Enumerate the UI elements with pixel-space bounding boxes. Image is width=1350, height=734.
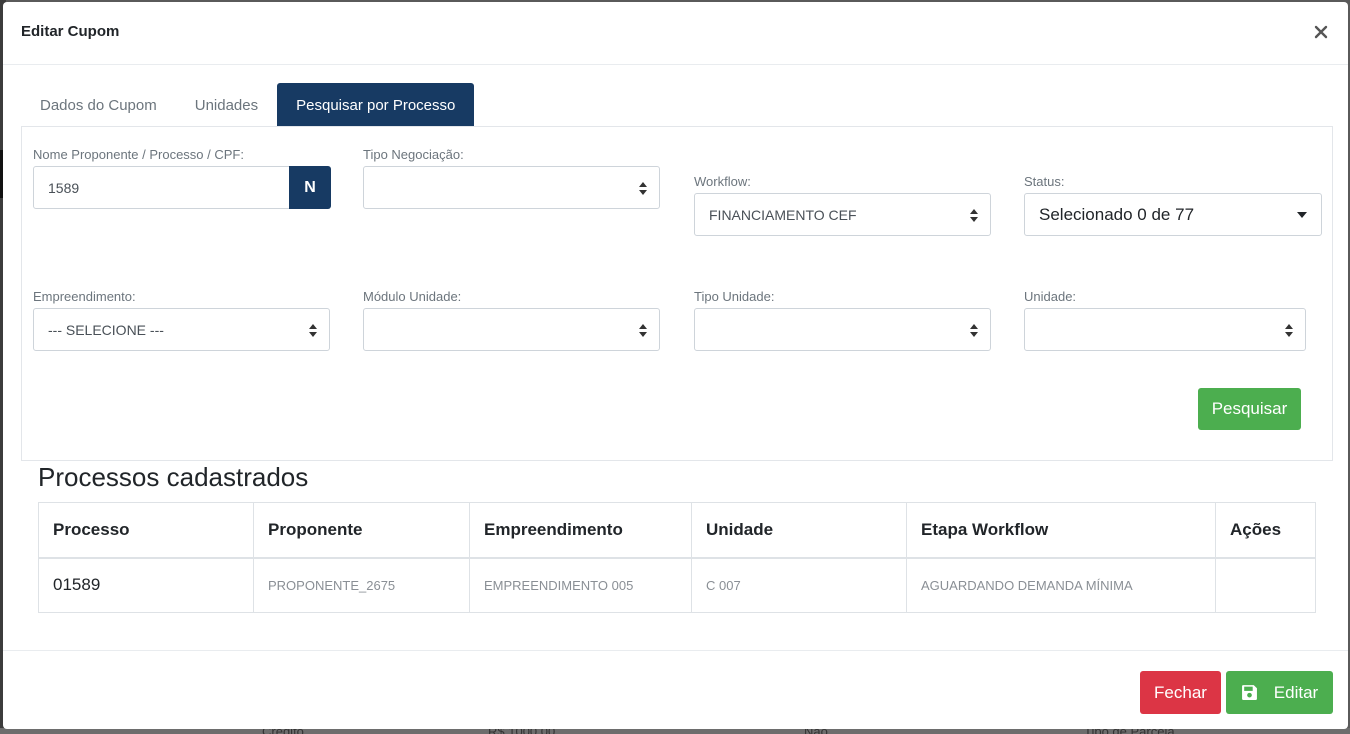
cell-processo: 01589 bbox=[38, 557, 254, 613]
cell-etapa-workflow: AGUARDANDO DEMANDA MÍNIMA bbox=[906, 557, 1216, 613]
status-value: Selecionado 0 de 77 bbox=[1039, 204, 1195, 224]
close-modal-button[interactable]: Fechar bbox=[1140, 671, 1221, 714]
sort-icon bbox=[1285, 324, 1293, 337]
sort-icon bbox=[309, 324, 317, 337]
caret-down-icon bbox=[1297, 212, 1307, 218]
column-header[interactable]: Processo bbox=[38, 502, 254, 559]
empreendimento-value: --- SELECIONE --- bbox=[48, 321, 164, 338]
column-header[interactable]: Proponente bbox=[253, 502, 470, 559]
nome-input-value: 1589 bbox=[48, 179, 80, 196]
sort-icon bbox=[639, 182, 647, 195]
workflow-value: FINANCIAMENTO CEF bbox=[709, 206, 857, 223]
workflow-select[interactable]: FINANCIAMENTO CEF bbox=[694, 193, 991, 236]
save-icon bbox=[1241, 685, 1257, 700]
edit-button-label: Editar bbox=[1273, 682, 1319, 702]
edit-coupon-modal: Editar Cupom Dados do Cupom Unidades Pes… bbox=[3, 2, 1348, 729]
close-icon bbox=[1314, 25, 1328, 39]
modal-title: Editar Cupom bbox=[21, 23, 120, 40]
sort-icon bbox=[639, 324, 647, 337]
status-multiselect[interactable]: Selecionado 0 de 77 bbox=[1024, 193, 1322, 236]
column-header[interactable]: Etapa Workflow bbox=[906, 502, 1216, 559]
cell-proponente: PROPONENTE_2675 bbox=[253, 557, 470, 613]
modulo-unidade-select[interactable] bbox=[363, 308, 660, 351]
column-header[interactable]: Ações bbox=[1215, 502, 1316, 559]
tipo-negociacao-select[interactable] bbox=[363, 166, 660, 209]
tab-bar: Dados do Cupom Unidades Pesquisar por Pr… bbox=[21, 83, 475, 127]
processes-table: Processo Proponente Empreendimento Unida… bbox=[38, 502, 1316, 613]
column-header[interactable]: Empreendimento bbox=[469, 502, 692, 559]
cell-empreendimento: EMPREENDIMENTO 005 bbox=[469, 557, 692, 613]
nome-input[interactable]: 1589 bbox=[33, 166, 290, 209]
sort-icon bbox=[970, 209, 978, 222]
unidade-select[interactable] bbox=[1024, 308, 1306, 351]
edit-button[interactable]: Editar bbox=[1226, 671, 1333, 714]
modal-header: Editar Cupom bbox=[3, 2, 1348, 65]
sort-icon bbox=[970, 324, 978, 337]
tipo-unidade-select[interactable] bbox=[694, 308, 991, 351]
modulo-unidade-label: Módulo Unidade: bbox=[363, 289, 462, 304]
table-row[interactable]: 01589 PROPONENTE_2675 EMPREENDIMENTO 005… bbox=[38, 557, 1316, 613]
cell-unidade: C 007 bbox=[691, 557, 907, 613]
modal-footer: Fechar Editar bbox=[3, 650, 1348, 729]
tab-unidades[interactable]: Unidades bbox=[176, 83, 277, 127]
close-button[interactable] bbox=[1312, 23, 1330, 41]
workflow-label: Workflow: bbox=[694, 174, 751, 189]
tipo-negociacao-label: Tipo Negociação: bbox=[363, 147, 464, 162]
search-panel: Nome Proponente / Processo / CPF: 1589 N… bbox=[21, 126, 1333, 461]
search-button[interactable]: Pesquisar bbox=[1198, 388, 1301, 430]
tab-pesquisar-por-processo[interactable]: Pesquisar por Processo bbox=[277, 83, 475, 127]
unidade-label: Unidade: bbox=[1024, 289, 1077, 304]
tipo-unidade-label: Tipo Unidade: bbox=[694, 289, 775, 304]
column-header[interactable]: Unidade bbox=[691, 502, 907, 559]
table-header-row: Processo Proponente Empreendimento Unida… bbox=[38, 502, 1316, 559]
nome-addon-button[interactable]: N bbox=[289, 166, 331, 209]
results-title: Processos cadastrados bbox=[38, 462, 309, 492]
nome-label: Nome Proponente / Processo / CPF: bbox=[33, 147, 244, 162]
empreendimento-select[interactable]: --- SELECIONE --- bbox=[33, 308, 330, 351]
tab-dados-do-cupom[interactable]: Dados do Cupom bbox=[21, 83, 176, 127]
empreendimento-label: Empreendimento: bbox=[33, 289, 136, 304]
status-label: Status: bbox=[1024, 174, 1065, 189]
cell-acoes bbox=[1215, 557, 1316, 613]
